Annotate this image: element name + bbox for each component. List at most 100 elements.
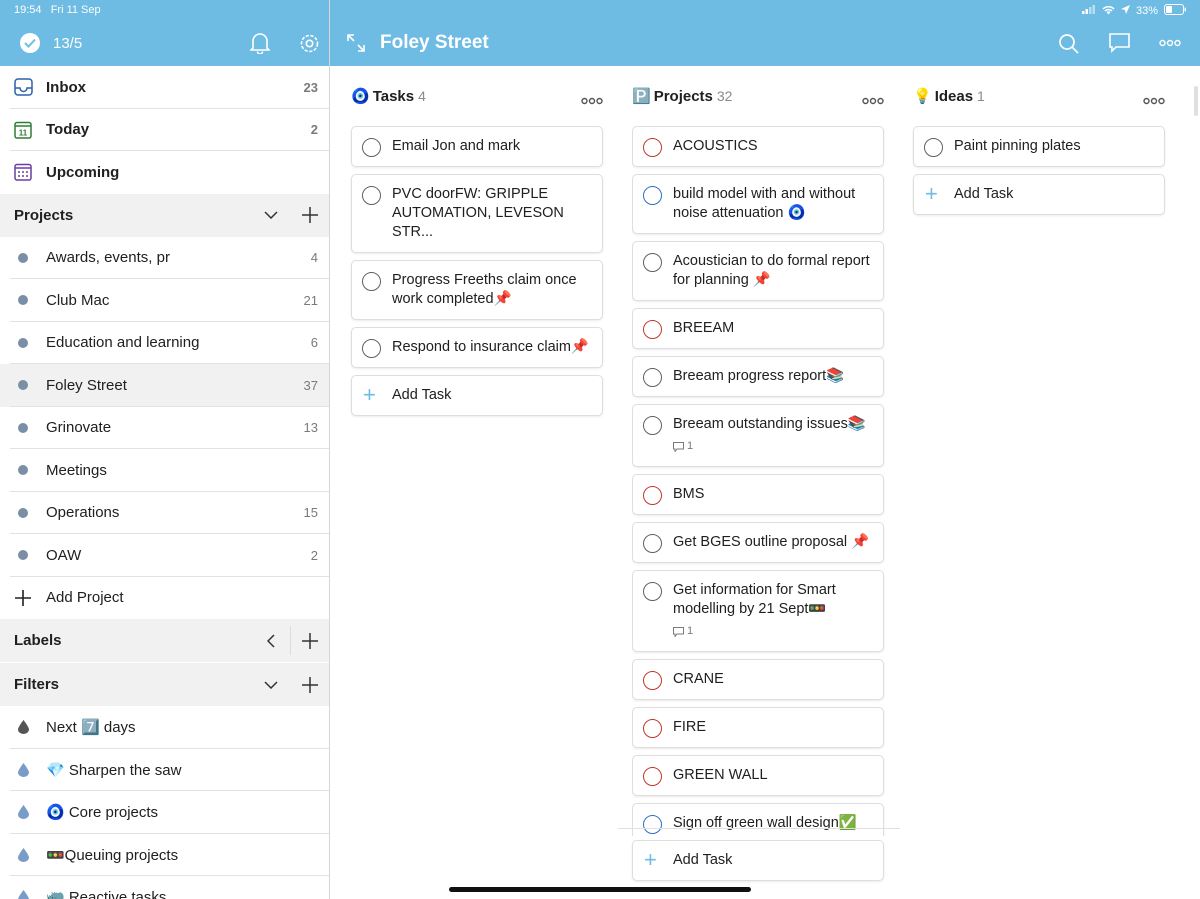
gear-icon[interactable] [298, 32, 320, 54]
add-task-button[interactable]: + Add Task [632, 840, 884, 881]
sidebar-item-project[interactable]: Meetings [0, 449, 329, 492]
task-card[interactable]: PVC doorFW: GRIPPLE AUTOMATION, LEVESON … [351, 174, 603, 253]
add-label-plus-icon[interactable] [299, 630, 321, 652]
task-text: Progress Freeths claim once work complet… [392, 272, 577, 307]
plus-icon [13, 588, 33, 608]
comment-count-value: 1 [687, 625, 694, 637]
sidebar-item-filter[interactable]: 💎 Sharpen the saw [0, 749, 329, 791]
sidebar-item-project[interactable]: Operations 15 [0, 492, 329, 534]
task-card[interactable]: Respond to insurance claim📌 [351, 327, 603, 368]
sidebar-item-label: 🚥Queuing projects [46, 846, 179, 864]
task-card[interactable]: BREEAM [632, 308, 884, 349]
column-scroll-area[interactable]: ACOUSTICS build model with and without n… [632, 126, 886, 836]
board-column-projects: 🅿️ Projects 32 ACOUSTICS build model wit… [618, 66, 900, 888]
task-card[interactable]: Get BGES outline proposal 📌 [632, 522, 884, 563]
column-more-icon[interactable] [1143, 92, 1165, 109]
task-checkbox[interactable] [643, 138, 662, 157]
task-text: BREEAM [673, 320, 735, 336]
sidebar-item-today[interactable]: 11 Today 2 [0, 109, 329, 151]
sidebar-item-filter[interactable]: Next 7️⃣ days [0, 706, 329, 749]
sidebar-item-filter[interactable]: 🚥Queuing projects [0, 834, 329, 876]
add-project-button[interactable]: Add Project [0, 577, 329, 620]
task-card[interactable]: Paint pinning plates [913, 126, 1165, 167]
add-project-plus-icon[interactable] [299, 204, 321, 226]
add-task-button[interactable]: + Add Task [913, 174, 1165, 215]
task-checkbox[interactable] [362, 138, 381, 157]
expand-icon[interactable] [345, 32, 367, 54]
karma-check-icon[interactable] [20, 33, 40, 53]
task-checkbox[interactable] [643, 582, 662, 601]
chevron-left-icon[interactable] [260, 630, 282, 652]
sidebar-item-label: Inbox [46, 78, 86, 96]
labels-section-header[interactable]: Labels [0, 619, 329, 662]
sidebar-item-upcoming[interactable]: Upcoming [0, 151, 329, 194]
sidebar-item-label: Today [46, 121, 90, 139]
task-card[interactable]: GREEN WALL [632, 755, 884, 796]
sidebar-item-project[interactable]: OAW 2 [0, 534, 329, 577]
item-count: 23 [303, 79, 318, 95]
horizontal-scroll-indicator [1194, 86, 1198, 116]
column-emoji: 💡 [913, 88, 932, 105]
sidebar-item-project[interactable]: Education and learning 6 [0, 322, 329, 364]
filters-section-header[interactable]: Filters [0, 663, 329, 706]
sidebar-item-project[interactable]: Awards, events, pr 4 [0, 237, 329, 279]
task-checkbox[interactable] [924, 138, 943, 157]
task-checkbox[interactable] [362, 186, 381, 205]
add-filter-plus-icon[interactable] [299, 674, 321, 696]
comment-icon[interactable] [1108, 32, 1130, 54]
task-text: Email Jon and mark [392, 138, 521, 154]
task-checkbox[interactable] [643, 253, 662, 272]
task-card[interactable]: Breeam outstanding issues📚 1 [632, 404, 884, 467]
home-indicator[interactable] [449, 887, 751, 892]
task-checkbox[interactable] [643, 719, 662, 738]
more-options-icon[interactable] [1159, 32, 1181, 54]
sidebar-item-filter[interactable]: 🦏 Reactive tasks [0, 876, 329, 899]
task-card[interactable]: Progress Freeths claim once work complet… [351, 260, 603, 320]
column-more-icon[interactable] [862, 92, 884, 109]
project-dot-icon [13, 375, 33, 395]
cellular-icon [1081, 5, 1096, 17]
chevron-down-icon[interactable] [260, 674, 282, 696]
sidebar-item-label: Upcoming [46, 163, 120, 181]
task-card[interactable]: CRANE [632, 659, 884, 700]
add-task-button[interactable]: + Add Task [351, 375, 603, 416]
filter-drop-icon [13, 717, 33, 737]
sidebar-item-project[interactable]: Club Mac 21 [0, 279, 329, 322]
chevron-down-icon[interactable] [260, 204, 282, 226]
search-icon[interactable] [1057, 32, 1079, 54]
task-checkbox[interactable] [643, 486, 662, 505]
bell-icon[interactable] [249, 32, 271, 54]
sidebar-item-filter[interactable]: 🧿 Core projects [0, 791, 329, 834]
sidebar-item-project[interactable]: Grinovate 13 [0, 407, 329, 449]
column-more-icon[interactable] [581, 92, 603, 109]
task-card[interactable]: Email Jon and mark [351, 126, 603, 167]
item-count: 21 [303, 292, 318, 308]
item-count: 4 [310, 250, 318, 266]
task-card[interactable]: BMS [632, 474, 884, 515]
task-checkbox[interactable] [643, 671, 662, 690]
task-card[interactable]: FIRE [632, 707, 884, 748]
sidebar-item-project-selected[interactable]: Foley Street 37 [0, 364, 329, 407]
task-checkbox[interactable] [362, 272, 381, 291]
task-checkbox[interactable] [643, 767, 662, 786]
sidebar-item-inbox[interactable]: Inbox 23 [0, 66, 329, 109]
task-checkbox[interactable] [643, 186, 662, 205]
task-checkbox[interactable] [643, 815, 662, 834]
projects-section-header[interactable]: Projects [0, 193, 329, 237]
task-checkbox[interactable] [362, 339, 381, 358]
task-card[interactable]: ACOUSTICS [632, 126, 884, 167]
task-card[interactable]: Sign off green wall design✅ [632, 803, 884, 836]
task-checkbox[interactable] [643, 368, 662, 387]
filter-drop-icon [13, 802, 33, 822]
task-checkbox[interactable] [643, 534, 662, 553]
task-checkbox[interactable] [643, 416, 662, 435]
task-card[interactable]: Get information for Smart modelling by 2… [632, 570, 884, 652]
task-card[interactable]: Acoustician to do formal report for plan… [632, 241, 884, 301]
project-dot-icon [13, 503, 33, 523]
inbox-icon [13, 77, 33, 97]
task-card[interactable]: build model with and without noise atten… [632, 174, 884, 234]
karma-counter[interactable]: 13/5 [53, 35, 82, 52]
sidebar: Inbox 23 11 Today 2 Upcoming Projects Aw… [0, 66, 329, 899]
task-checkbox[interactable] [643, 320, 662, 339]
task-card[interactable]: Breeam progress report📚 [632, 356, 884, 397]
